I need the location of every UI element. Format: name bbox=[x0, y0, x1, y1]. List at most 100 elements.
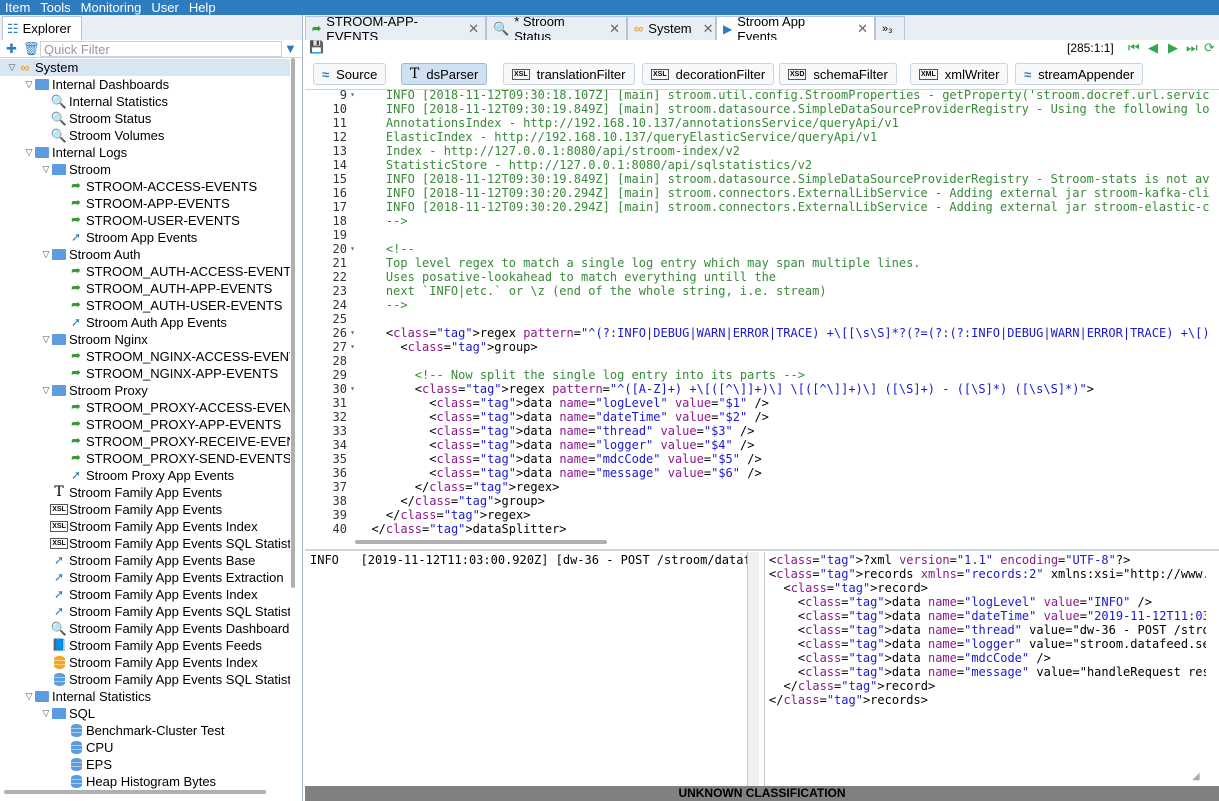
tree-node[interactable]: ▽ Stroom Proxy bbox=[40, 382, 148, 399]
tree-node[interactable]: T Stroom Family App Events bbox=[40, 484, 222, 501]
step-decorationfilter[interactable]: XSL decorationFilter bbox=[642, 63, 775, 85]
save-icon[interactable]: 💾 bbox=[309, 40, 324, 54]
tree-node[interactable]: 📘 Stroom Family App Events Feeds bbox=[40, 637, 262, 654]
tree-node[interactable]: 🔍 Stroom Status bbox=[40, 110, 151, 127]
step-dsparser[interactable]: T dsParser bbox=[401, 63, 488, 85]
tree-horizontal-scrollbar[interactable] bbox=[4, 790, 266, 794]
tree-node[interactable]: ➚ Stroom Family App Events Extraction bbox=[40, 569, 284, 586]
expand-toggle-icon[interactable]: ▽ bbox=[40, 705, 52, 722]
fold-icon[interactable]: ▾ bbox=[350, 242, 355, 256]
tree-node[interactable]: ➚ Stroom Proxy App Events bbox=[57, 467, 234, 484]
tree-node[interactable]: ▽ Stroom Auth bbox=[40, 246, 141, 263]
input-scrollbar[interactable] bbox=[747, 552, 759, 786]
tree-node[interactable]: ➦ STROOM_PROXY-ACCESS-EVENTS bbox=[57, 399, 290, 416]
tree-node[interactable]: ➚ Stroom Auth App Events bbox=[57, 314, 227, 331]
tree-vertical-scrollbar[interactable] bbox=[291, 58, 295, 588]
tree-node[interactable]: Benchmark-Cluster Test bbox=[57, 722, 224, 739]
tree-node[interactable]: ➦ STROOM_NGINX-APP-EVENTS bbox=[57, 365, 278, 382]
close-icon[interactable]: ✕ bbox=[468, 21, 479, 37]
pane-splitter[interactable] bbox=[305, 549, 1219, 551]
fold-icon[interactable]: ▾ bbox=[350, 340, 355, 354]
tree-node[interactable]: ➦ STROOM-USER-EVENTS bbox=[57, 212, 239, 229]
menu-item[interactable]: User bbox=[146, 0, 183, 15]
refresh-icon[interactable]: ⟳ bbox=[1204, 40, 1215, 56]
tree-node[interactable]: XSL Stroom Family App Events SQL Statisti… bbox=[40, 535, 290, 552]
tree-node[interactable]: ▽ Internal Statistics bbox=[23, 688, 151, 705]
close-icon[interactable]: ✕ bbox=[857, 21, 868, 37]
close-icon[interactable]: ✕ bbox=[703, 21, 714, 37]
menu-item[interactable]: Item bbox=[0, 0, 35, 15]
last-icon[interactable]: ⏭ bbox=[1186, 40, 1198, 56]
tab-stroom-status[interactable]: 🔍 * Stroom Status ✕ bbox=[486, 14, 627, 44]
tree-node[interactable]: ➚ Stroom Family App Events SQL Statistics bbox=[40, 603, 290, 620]
resize-grip-icon[interactable]: ◢ bbox=[1192, 771, 1200, 782]
more-tabs-button[interactable]: »₃ bbox=[875, 16, 905, 40]
tree-node[interactable]: CPU bbox=[57, 739, 113, 756]
tree-node[interactable]: ➦ STROOM_PROXY-APP-EVENTS bbox=[57, 416, 281, 433]
delete-icon[interactable]: 🗑 bbox=[23, 41, 40, 57]
fold-icon[interactable]: ▾ bbox=[350, 90, 355, 102]
expand-toggle-icon[interactable]: ▽ bbox=[40, 161, 52, 178]
tree-node[interactable]: ▽ ∞ System bbox=[0, 59, 290, 76]
fold-icon[interactable]: ▾ bbox=[350, 326, 355, 340]
tree-node[interactable]: Stroom Family App Events SQL Statistics bbox=[40, 671, 290, 688]
output-pane[interactable]: <class="tag">?xml version="1.1" encoding… bbox=[766, 552, 1206, 786]
tree-node[interactable]: ➦ STROOM_PROXY-SEND-EVENTS bbox=[57, 450, 290, 467]
step-schemafilter[interactable]: XSD schemaFilter bbox=[779, 63, 897, 85]
expand-toggle-icon[interactable]: ▽ bbox=[40, 246, 52, 263]
tree-node[interactable]: ➦ STROOM_AUTH-APP-EVENTS bbox=[57, 280, 272, 297]
next-icon[interactable]: ▶ bbox=[1168, 40, 1178, 56]
step-xmlwriter[interactable]: XML xmlWriter bbox=[910, 63, 1009, 85]
fold-icon[interactable]: ▾ bbox=[350, 382, 355, 396]
menu-item[interactable]: Monitoring bbox=[76, 0, 147, 15]
expand-toggle-icon[interactable]: ▽ bbox=[40, 382, 52, 399]
expand-toggle-icon[interactable]: ▽ bbox=[23, 688, 35, 705]
code-editor[interactable]: 9 ▾ INFO [2018-11-12T09:30:18.107Z] [main… bbox=[307, 90, 1209, 536]
tree-node[interactable]: ▽ Internal Dashboards bbox=[23, 76, 170, 93]
tree-node[interactable]: ➦ STROOM_PROXY-RECEIVE-EVENTS bbox=[57, 433, 290, 450]
tab-stroom-app-events-pipeline[interactable]: ▶ Stroom App Events ✕ bbox=[716, 14, 875, 44]
tree-node[interactable]: ▽ Internal Logs bbox=[23, 144, 128, 161]
step-source[interactable]: ≈ Source bbox=[313, 63, 387, 85]
tab-stroom-app-events-feed[interactable]: ➦ STROOM-APP-EVENTS ✕ bbox=[305, 14, 486, 44]
tree-node[interactable]: ▽ SQL bbox=[40, 705, 95, 722]
tree-node[interactable]: XSL Stroom Family App Events Index bbox=[40, 518, 258, 535]
step-translationfilter[interactable]: XSL translationFilter bbox=[503, 63, 635, 85]
tree-node[interactable]: ▽ Stroom Nginx bbox=[40, 331, 148, 348]
tree-node-label: Internal Statistics bbox=[69, 94, 168, 109]
tab-system[interactable]: ∞ System ✕ bbox=[627, 16, 716, 40]
tree-node[interactable]: ➦ STROOM_AUTH-ACCESS-EVENTS bbox=[57, 263, 290, 280]
explorer-tab[interactable]: ☷ Explorer bbox=[2, 16, 82, 40]
add-icon[interactable]: ✚ bbox=[6, 41, 17, 57]
tree-node[interactable]: ➚ Stroom App Events bbox=[57, 229, 197, 246]
input-pane[interactable]: INFO [2019-11-12T11:03:00.920Z] [dw-36 -… bbox=[307, 552, 747, 786]
filter-icon[interactable]: ▼ bbox=[284, 41, 297, 56]
tree-node[interactable]: ➚ Stroom Family App Events Index bbox=[40, 586, 258, 603]
tree-node[interactable]: 🔍 Internal Statistics bbox=[40, 93, 168, 110]
tree-node[interactable]: ▽ Stroom bbox=[40, 161, 111, 178]
expand-toggle-icon[interactable]: ▽ bbox=[23, 144, 35, 161]
menu-item[interactable]: Tools bbox=[35, 0, 75, 15]
menu-item[interactable]: Help bbox=[184, 0, 221, 15]
first-icon[interactable]: ⏮ bbox=[1128, 40, 1140, 56]
expand-toggle-icon[interactable]: ▽ bbox=[40, 331, 52, 348]
tree-node[interactable]: EPS bbox=[57, 756, 112, 773]
tree-node[interactable]: XSL Stroom Family App Events bbox=[40, 501, 222, 518]
tree-node[interactable]: 🔍 Stroom Family App Events Dashboard bbox=[40, 620, 289, 637]
pane-divider[interactable] bbox=[759, 552, 765, 786]
expand-toggle-icon[interactable]: ▽ bbox=[23, 76, 35, 93]
expand-toggle-icon[interactable]: ▽ bbox=[6, 59, 18, 76]
tree-node[interactable]: ➦ STROOM_NGINX-ACCESS-EVENTS bbox=[57, 348, 290, 365]
tree-node[interactable]: Heap Histogram Bytes bbox=[57, 773, 216, 790]
tree-node[interactable]: 🔍 Stroom Volumes bbox=[40, 127, 164, 144]
tree-node[interactable]: ➦ STROOM-ACCESS-EVENTS bbox=[57, 178, 257, 195]
step-streamappender[interactable]: ≈ streamAppender bbox=[1015, 63, 1144, 85]
close-icon[interactable]: ✕ bbox=[609, 21, 620, 37]
previous-icon[interactable]: ◀ bbox=[1148, 40, 1158, 56]
tree-node[interactable]: ➚ Stroom Family App Events Base bbox=[40, 552, 255, 569]
quick-filter-input[interactable] bbox=[40, 41, 282, 57]
tree-node[interactable]: ➦ STROOM-APP-EVENTS bbox=[57, 195, 229, 212]
editor-horizontal-scrollbar[interactable] bbox=[355, 540, 607, 544]
tree-node[interactable]: ➦ STROOM_AUTH-USER-EVENTS bbox=[57, 297, 282, 314]
tree-node[interactable]: Stroom Family App Events Index bbox=[40, 654, 258, 671]
